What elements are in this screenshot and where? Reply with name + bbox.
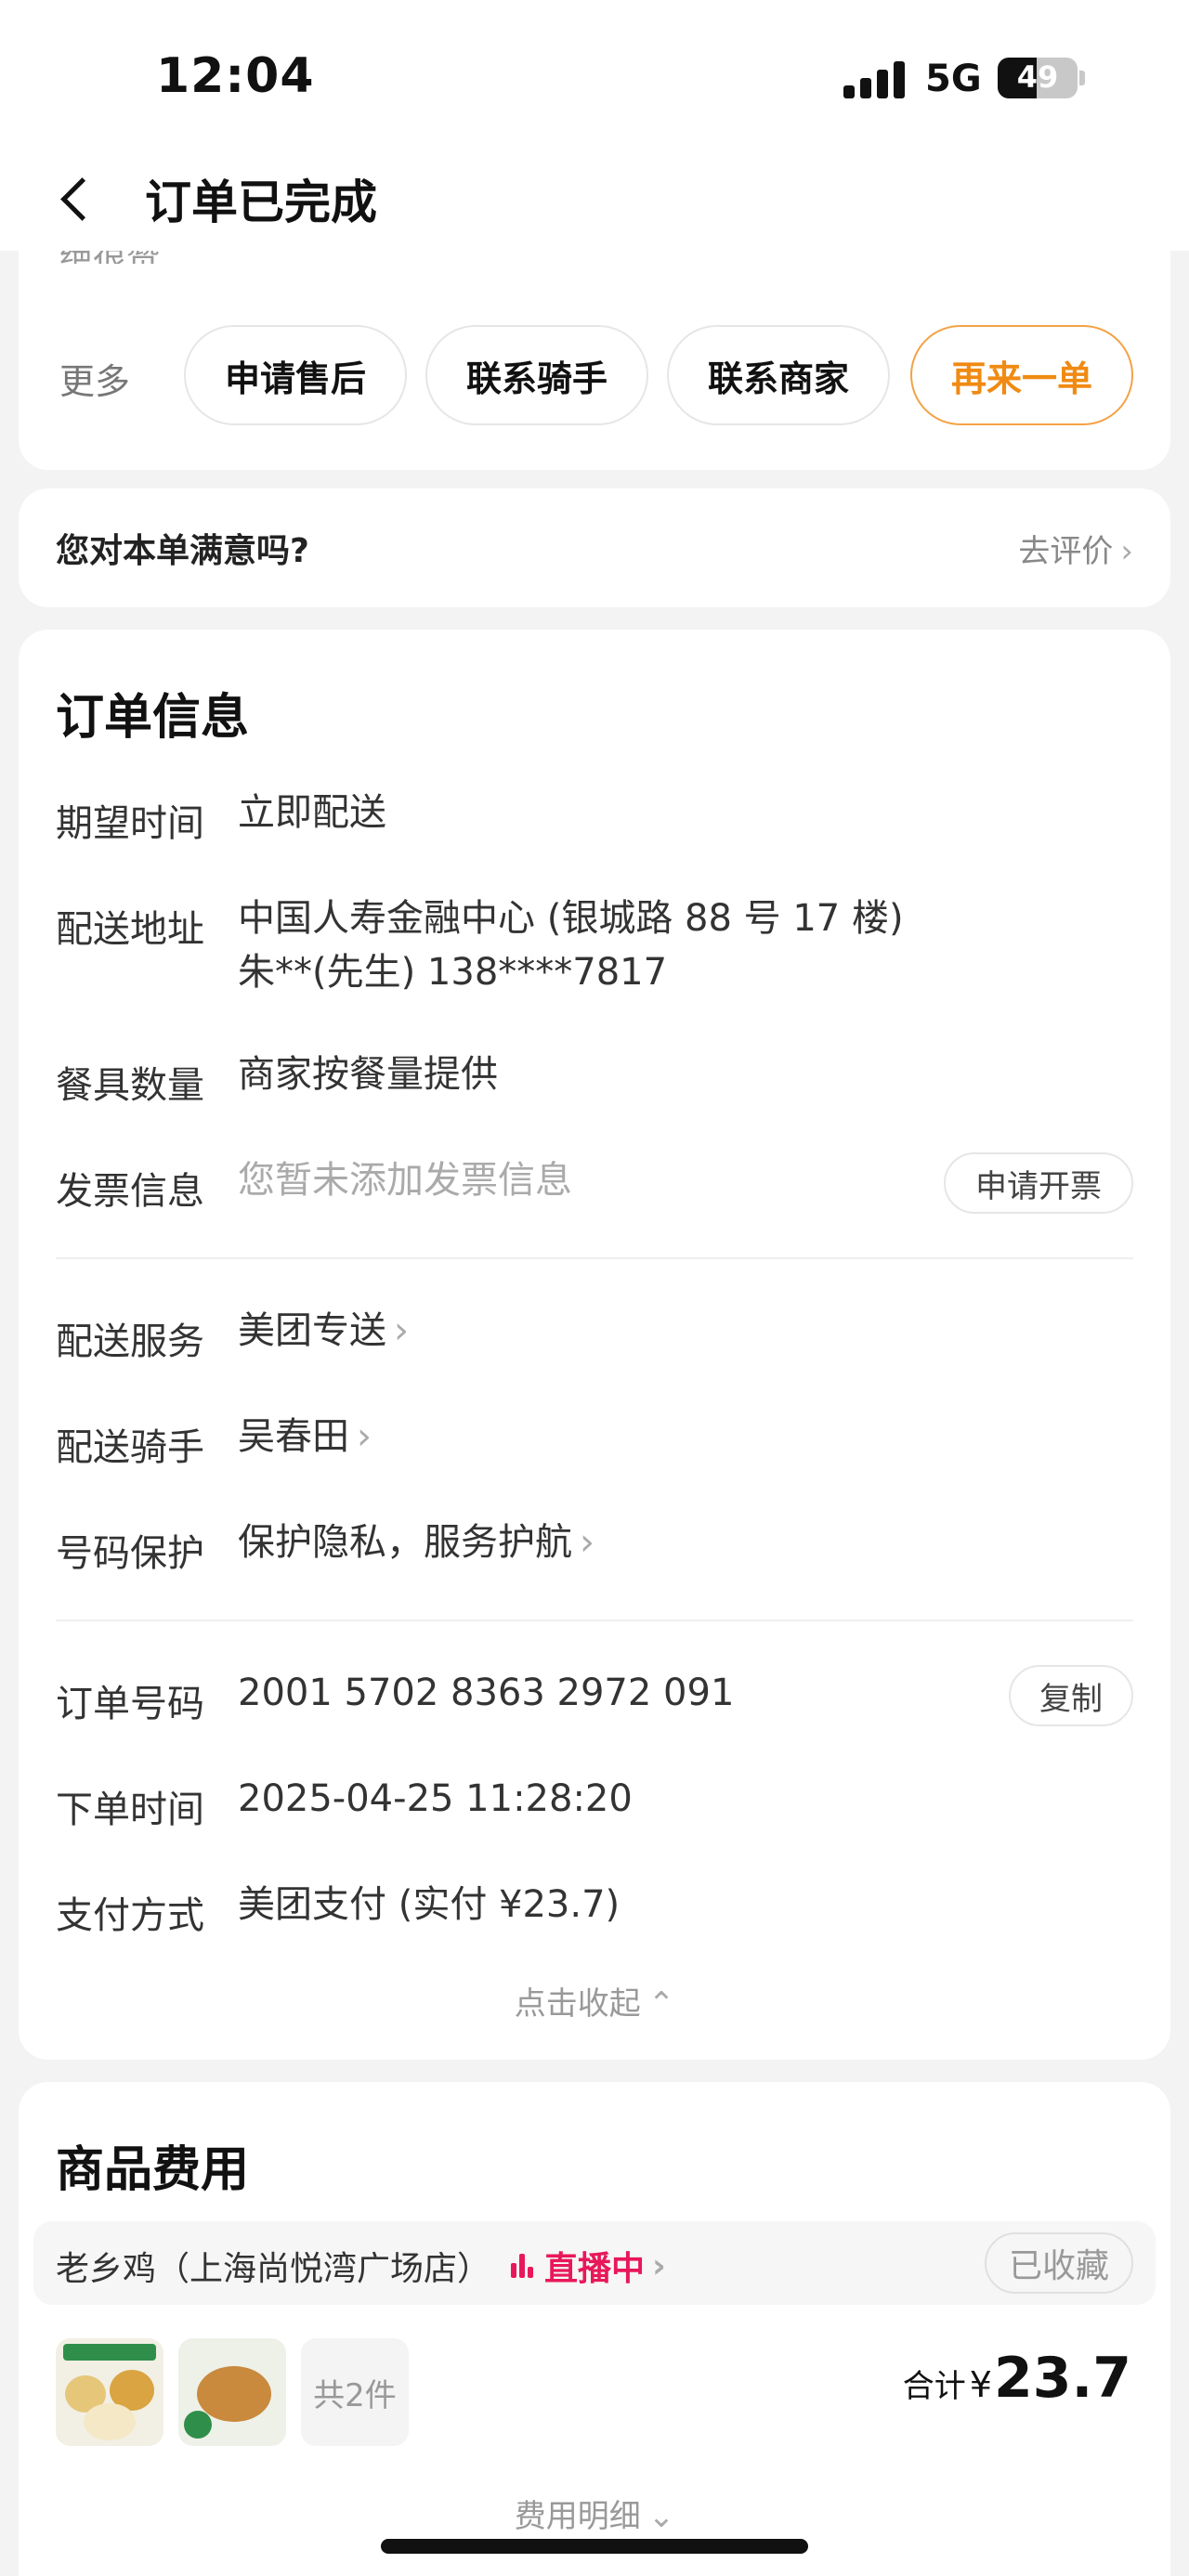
- more-button[interactable]: 更多: [59, 353, 130, 404]
- order-info-title: 订单信息: [56, 690, 250, 746]
- rider-link[interactable]: 吴春田 ›: [238, 1410, 372, 1464]
- number-protect-value: 保护隐私，服务护航: [238, 1521, 572, 1564]
- back-arrow-icon[interactable]: [58, 171, 95, 227]
- number-protect-label: 号码保护: [56, 1532, 204, 1575]
- product-thumbnail[interactable]: [178, 2338, 286, 2446]
- apply-invoice-button[interactable]: 申请开票: [944, 1152, 1133, 1214]
- total-label: 合计: [902, 2368, 966, 2405]
- number-protect-link[interactable]: 保护隐私，服务护航 ›: [238, 1516, 594, 1569]
- go-review-label: 去评价: [1018, 533, 1114, 570]
- payment-label: 支付方式: [56, 1894, 204, 1937]
- favorite-button[interactable]: 已收藏: [985, 2232, 1133, 2294]
- order-time-label: 下单时间: [56, 1789, 204, 1831]
- chevron-right-icon: ›: [580, 1521, 594, 1564]
- delivery-service-value: 美团专送: [238, 1309, 386, 1352]
- item-count[interactable]: 共2件: [301, 2338, 409, 2446]
- reorder-button[interactable]: 再来一单: [910, 325, 1133, 425]
- store-name[interactable]: 老乡鸡（上海尚悦湾广场店）: [56, 2242, 490, 2290]
- chevron-right-icon: ›: [652, 2246, 666, 2285]
- delivery-service-link[interactable]: 美团专送 ›: [238, 1304, 409, 1358]
- expected-time-value: 立即配送: [238, 791, 386, 834]
- chevron-right-icon: ›: [394, 1309, 409, 1352]
- currency-symbol: ¥: [969, 2364, 992, 2405]
- collapse-label: 点击收起: [514, 1985, 641, 2023]
- address-line1: 中国人寿金融中心 (银城路 88 号 17 楼): [238, 897, 904, 940]
- fee-detail-label: 费用明细: [514, 2498, 641, 2535]
- battery-icon: 49: [998, 58, 1078, 98]
- goods-fee-title: 商品费用: [56, 2142, 250, 2198]
- food-bowl: [84, 2403, 136, 2440]
- contact-merchant-button[interactable]: 联系商家: [667, 325, 890, 425]
- chevron-up-icon: ⌃: [647, 1985, 675, 2023]
- chevron-right-icon: ›: [1120, 533, 1133, 570]
- order-total: 合计 ¥ 23.7: [903, 2346, 1131, 2411]
- home-indicator[interactable]: [381, 2539, 808, 2554]
- invoice-label: 发票信息: [56, 1170, 204, 1213]
- signal-icon: [843, 61, 907, 98]
- payment-value: 美团支付 (实付 ¥23.7): [238, 1883, 621, 1926]
- live-bars-icon: [511, 2254, 535, 2278]
- go-review-link[interactable]: 去评价 ›: [1018, 526, 1133, 571]
- rider-value: 吴春田: [238, 1415, 349, 1458]
- store-bar[interactable]: 老乡鸡（上海尚悦湾广场店） 直播中 › 已收藏: [33, 2221, 1156, 2305]
- tableware-value: 商家按餐量提供: [238, 1053, 498, 1096]
- rider-label: 配送骑手: [56, 1426, 204, 1469]
- page-title: 订单已完成: [145, 176, 377, 229]
- order-actions-card: 绝很赞 更多 申请售后 联系骑手 联系商家 再来一单: [19, 223, 1170, 470]
- battery-level: 49: [1016, 59, 1059, 95]
- network-type: 5G: [925, 58, 982, 100]
- order-number-value: 2001 5702 8363 2972 091: [238, 1672, 735, 1714]
- order-time-value: 2025-04-25 11:28:20: [238, 1777, 633, 1820]
- address-label: 配送地址: [56, 908, 204, 951]
- battery-tip: [1079, 71, 1085, 85]
- nav-bar: 订单已完成: [0, 149, 1189, 251]
- collapse-toggle[interactable]: 点击收起 ⌃: [19, 1978, 1170, 2023]
- chevron-down-icon: ⌄: [647, 2498, 675, 2535]
- delivery-service-label: 配送服务: [56, 1321, 204, 1363]
- status-bar: 12:04 5G 49: [0, 0, 1189, 149]
- price-badge: [184, 2411, 212, 2439]
- invoice-value: 您暂未添加发票信息: [238, 1159, 572, 1202]
- thumb-banner: [63, 2344, 156, 2361]
- chevron-right-icon: ›: [357, 1415, 372, 1458]
- after-sales-button[interactable]: 申请售后: [184, 325, 407, 425]
- total-amount: 23.7: [993, 2346, 1131, 2411]
- expected-time-label: 期望时间: [56, 802, 204, 845]
- fee-detail-toggle[interactable]: 费用明细 ⌄: [19, 2491, 1170, 2536]
- copy-button[interactable]: 复制: [1009, 1665, 1133, 1726]
- food-chicken: [197, 2366, 271, 2422]
- live-label: 直播中: [544, 2250, 646, 2288]
- contact-rider-button[interactable]: 联系骑手: [425, 325, 648, 425]
- rating-card[interactable]: 您对本单满意吗? 去评价 ›: [19, 488, 1170, 607]
- live-badge[interactable]: 直播中 ›: [511, 2242, 666, 2290]
- order-number-label: 订单号码: [56, 1683, 204, 1725]
- divider: [56, 1257, 1133, 1259]
- divider: [56, 1620, 1133, 1621]
- status-time: 12:04: [156, 48, 315, 104]
- product-thumbnail[interactable]: [56, 2338, 163, 2446]
- goods-fee-card: 商品费用 老乡鸡（上海尚悦湾广场店） 直播中 › 已收藏 共2件 合计 ¥ 23…: [19, 2082, 1170, 2576]
- rating-question: 您对本单满意吗?: [56, 532, 309, 570]
- order-info-card: 订单信息 期望时间 立即配送 配送地址 中国人寿金融中心 (银城路 88 号 1…: [19, 630, 1170, 2060]
- tableware-label: 餐具数量: [56, 1064, 204, 1107]
- address-line2: 朱**(先生) 138****7817: [238, 951, 668, 994]
